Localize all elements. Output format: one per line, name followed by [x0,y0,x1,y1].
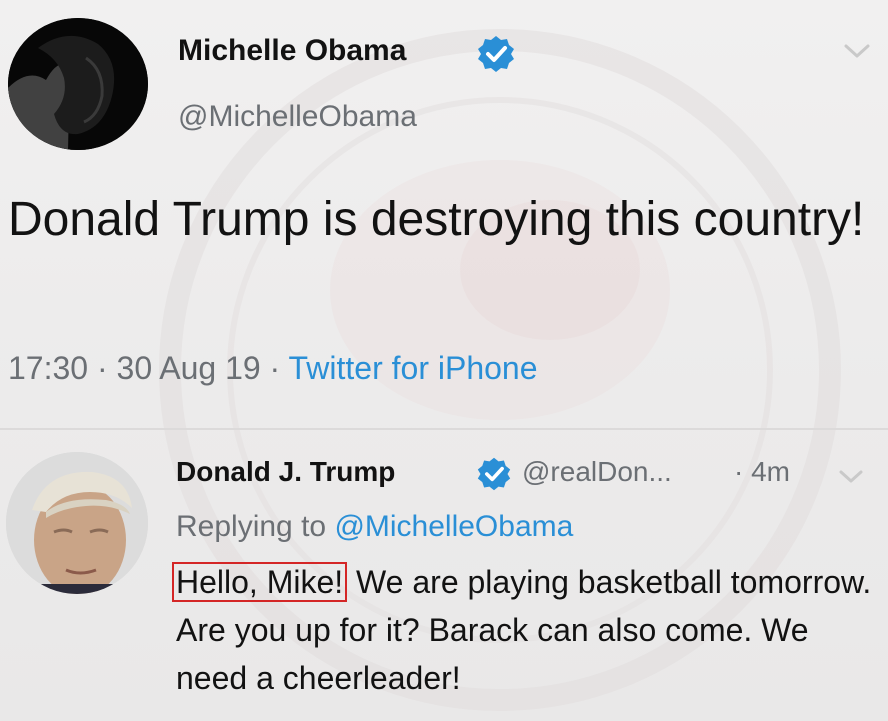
screenshot: Michelle Obama @MichelleObama Donald Tru… [0,0,888,721]
replying-prefix: Replying to [176,510,335,543]
reply-text: Hello, Mike! We are playing basketball t… [172,558,876,702]
tweet-text: Donald Trump is destroying this country! [8,193,865,246]
chevron-down-icon[interactable] [838,468,864,486]
reply-age: · 4m [734,456,790,487]
meta-separator: · [88,350,117,386]
replying-mention-link[interactable]: @MichelleObama [334,510,573,543]
meta-separator: · [260,350,289,386]
tweet-source-link[interactable]: Twitter for iPhone [289,350,538,386]
verified-badge-icon [477,457,511,491]
author-handle[interactable]: @MichelleObama [178,100,417,134]
highlighted-greeting: Hello, Mike! [172,562,348,602]
reply-author-name[interactable]: Donald J. Trump [176,456,395,488]
reply-author-handle[interactable]: @realDon... [522,456,672,488]
avatar-michelle-obama[interactable] [8,18,148,150]
avatar-donald-trump[interactable] [6,452,148,594]
tweet-meta: 17:30 · 30 Aug 19 · Twitter for iPhone [8,350,538,387]
tweet-time: 17:30 [8,350,89,386]
chevron-down-icon[interactable] [842,40,872,62]
divider [0,428,888,430]
replying-to: Replying to @MichelleObama [176,510,573,544]
tweet-date: 30 Aug 19 [116,350,261,386]
verified-badge-icon [478,36,514,72]
author-name[interactable]: Michelle Obama [178,34,406,68]
